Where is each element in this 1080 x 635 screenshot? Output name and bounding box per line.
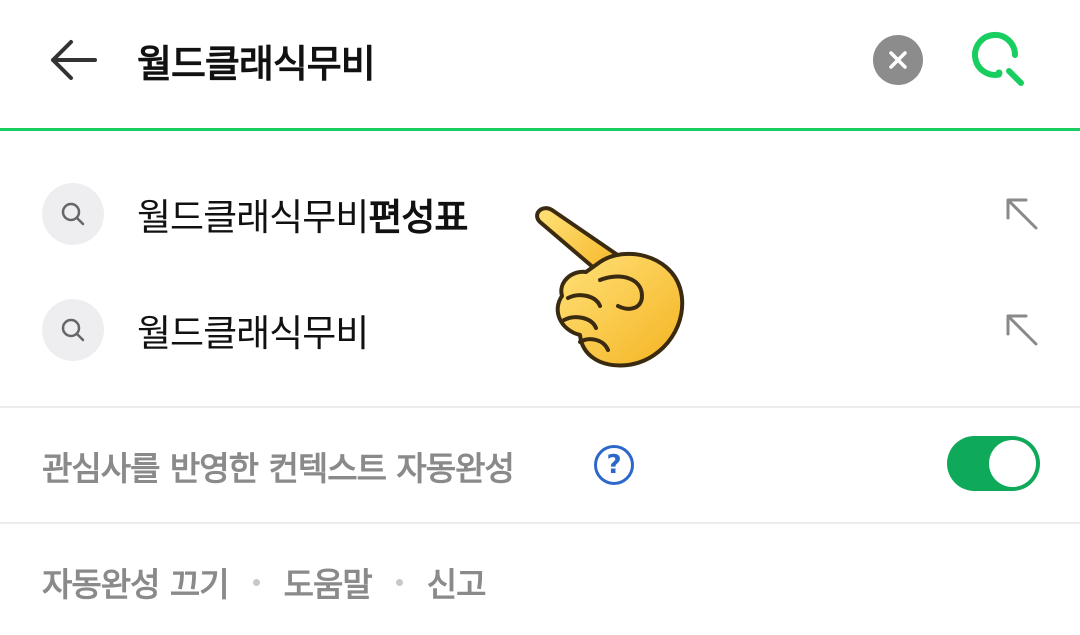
fill-query-arrow-icon — [1006, 198, 1038, 230]
suggestion-prefix: 월드클래식무비 — [137, 312, 369, 355]
search-icon — [972, 31, 1024, 86]
context-autocomplete-toggle[interactable] — [947, 436, 1040, 491]
search-icon — [61, 318, 85, 342]
search-underline — [0, 128, 1080, 131]
fill-query-button[interactable] — [998, 306, 1046, 354]
back-button[interactable] — [40, 28, 104, 92]
fill-query-button[interactable] — [998, 190, 1046, 238]
search-autocomplete-page: 월드클래식무비 월드클래식무비 편성표 월드클래식무비 관심사를 반영한 컨텍스… — [0, 0, 1080, 635]
clear-button[interactable] — [873, 35, 923, 85]
clear-icon — [889, 51, 907, 69]
suggestion-search-icon-wrap — [42, 183, 104, 245]
help-icon[interactable]: ? — [594, 445, 634, 485]
suggestion-text: 월드클래식무비 — [137, 300, 369, 360]
suggestion-item[interactable]: 월드클래식무비 편성표 — [0, 154, 1080, 272]
suggestion-search-icon-wrap — [42, 299, 104, 361]
separator-dot — [395, 578, 403, 586]
search-query-text[interactable]: 월드클래식무비 — [137, 30, 376, 90]
separator-dot — [252, 578, 260, 586]
search-icon — [61, 202, 85, 226]
toggle-knob — [989, 440, 1036, 487]
divider — [0, 522, 1080, 524]
context-autocomplete-label: 관심사를 반영한 컨텍스트 자동완성 — [42, 449, 515, 488]
autocomplete-off-link[interactable]: 자동완성 끄기 — [42, 558, 230, 606]
suggestion-item[interactable]: 월드클래식무비 — [0, 270, 1080, 388]
fill-query-arrow-icon — [1006, 314, 1038, 346]
search-header: 월드클래식무비 — [0, 0, 1080, 131]
footer-links: 자동완성 끄기 도움말 신고 — [42, 552, 487, 612]
help-link[interactable]: 도움말 — [284, 558, 373, 606]
suggestion-highlight: 편성표 — [368, 196, 468, 239]
suggestion-text: 월드클래식무비 편성표 — [137, 184, 468, 244]
back-arrow-icon — [51, 40, 97, 80]
report-link[interactable]: 신고 — [427, 558, 487, 606]
suggestion-prefix: 월드클래식무비 — [137, 196, 369, 239]
search-button[interactable] — [966, 26, 1034, 94]
context-autocomplete-row: 관심사를 반영한 컨텍스트 자동완성 — [0, 408, 1080, 523]
